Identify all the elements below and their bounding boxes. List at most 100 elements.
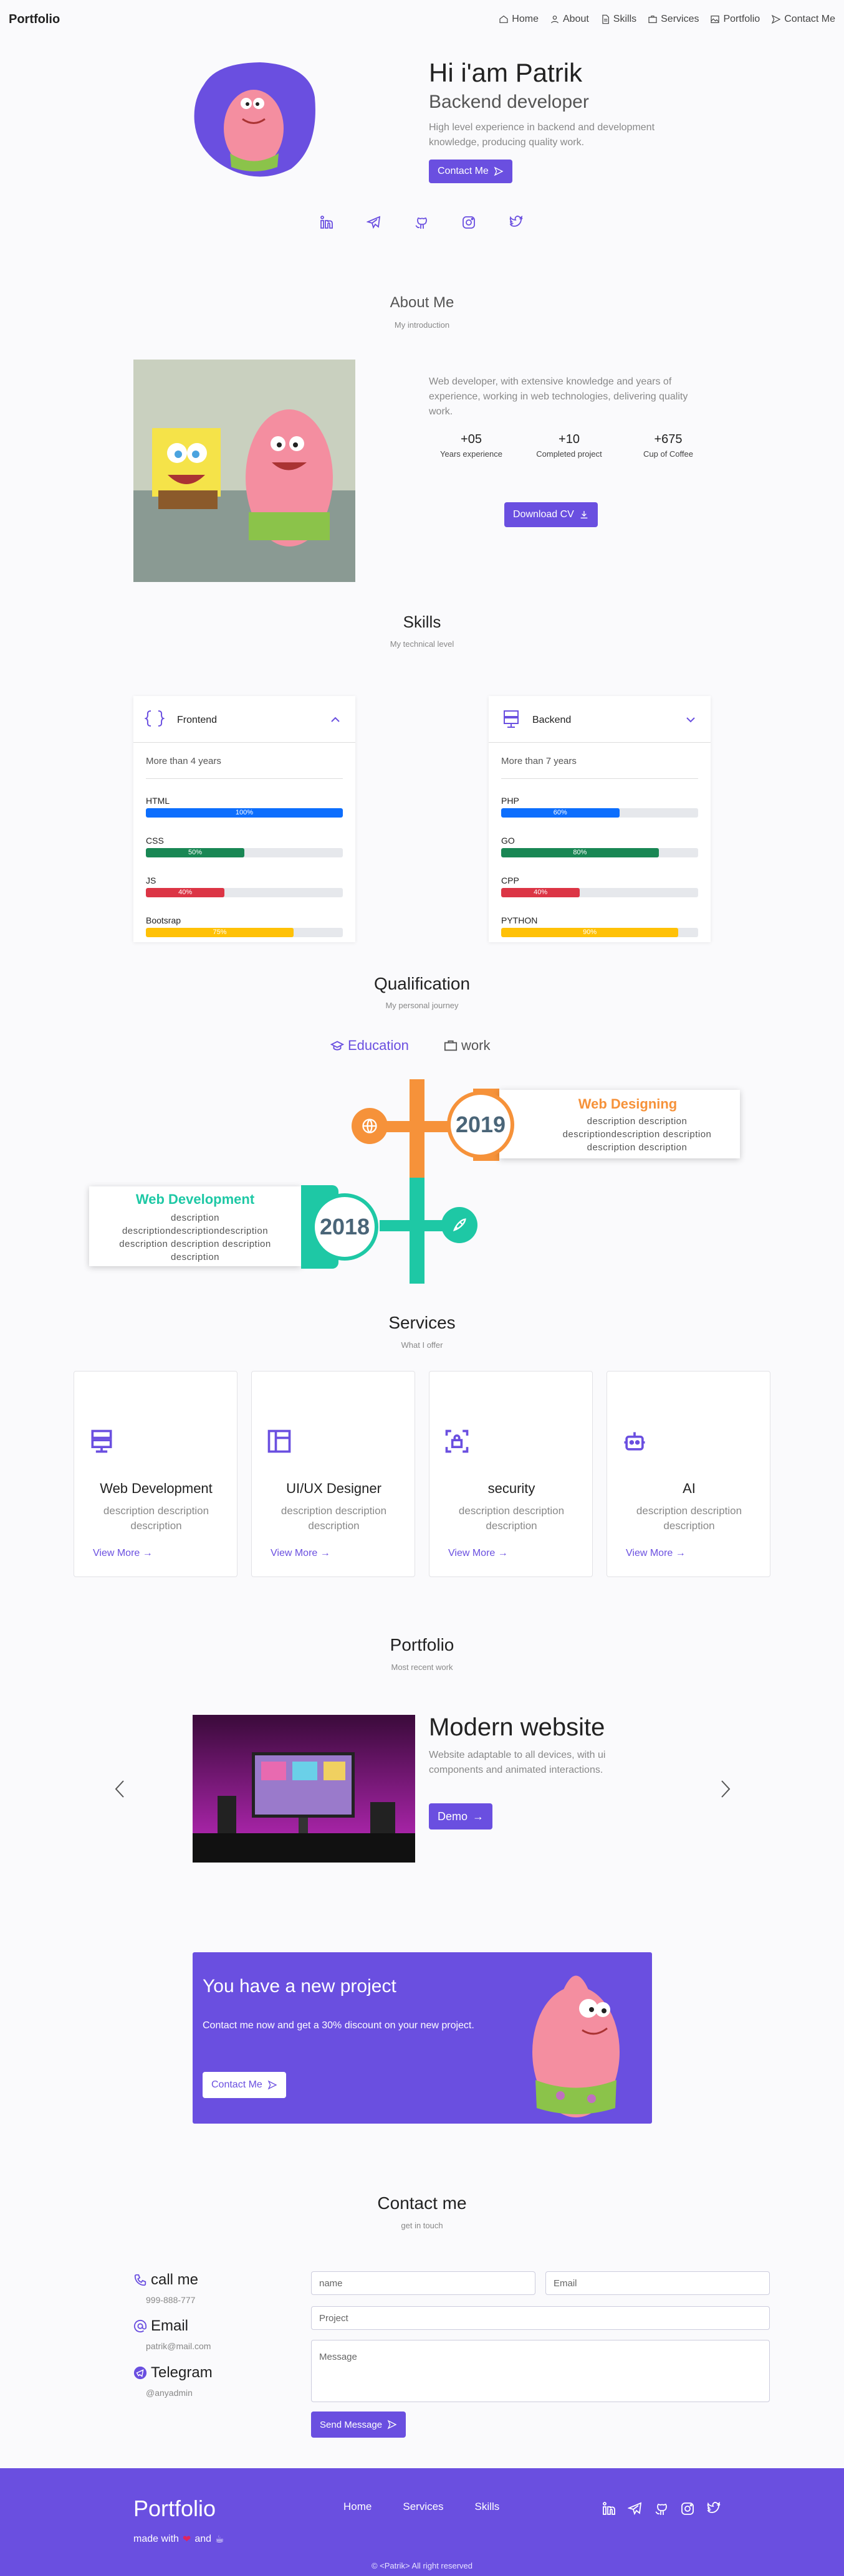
year-2018: 2018: [319, 1214, 370, 1239]
project-input[interactable]: Project: [311, 2306, 770, 2330]
frontend-experience: More than 4 years: [146, 756, 221, 766]
hero-description: High level experience in backend and dev…: [429, 122, 655, 148]
frontend-skill-bar: 40%: [146, 888, 343, 897]
project-contact-button[interactable]: Contact Me: [203, 2072, 286, 2098]
telegram-icon[interactable]: [367, 215, 381, 230]
page: Portfolio Home About Skills Services Por…: [0, 0, 844, 2576]
backend-skill-name: PHP: [501, 796, 519, 806]
skills-backend-card: Backend More than 7 years PHP 60% GO 80% CPP…: [489, 696, 711, 942]
project-banner: You have a new project Contact me now an…: [193, 1952, 652, 2124]
twitter-icon[interactable]: [706, 2501, 721, 2516]
patrick-illustration: [532, 1975, 620, 2117]
patrick-avatar: [194, 62, 315, 177]
portfolio-item-description: Website adaptable to all devices, with u…: [429, 1750, 606, 1775]
frontend-skill-name: CSS: [146, 836, 164, 846]
backend-experience: More than 7 years: [501, 756, 577, 766]
stat-coffee: +675 Cup of Coffee: [643, 432, 693, 459]
chevron-right-icon[interactable]: [718, 1778, 733, 1800]
frontend-skill-bar-fill: 50%: [146, 848, 244, 857]
tab-education[interactable]: Education: [330, 1038, 409, 1054]
file-icon: [602, 14, 609, 24]
footer-link-services[interactable]: Services: [403, 2501, 443, 2513]
backend-skill-name: GO: [501, 836, 515, 846]
image-icon: [711, 16, 720, 23]
frontend-skill-bar: 50%: [146, 848, 343, 857]
chevron-left-icon[interactable]: [112, 1778, 127, 1800]
skills-title: Skills: [403, 613, 441, 631]
download-cv-button[interactable]: Download CV: [504, 502, 598, 527]
download-icon: [580, 511, 588, 518]
heart-icon: ❤: [182, 2534, 191, 2545]
skills-subtitle: My technical level: [390, 639, 454, 649]
demo-button[interactable]: Demo →: [429, 1803, 493, 1829]
hero-title: Hi i'am Patrik: [429, 58, 583, 87]
backend-skill-name: CPP: [501, 875, 519, 885]
footer-link-home[interactable]: Home: [343, 2501, 372, 2513]
telegram-icon[interactable]: [628, 2501, 643, 2516]
send-icon: [494, 166, 504, 176]
linkedin-icon[interactable]: [602, 2501, 616, 2516]
email-input[interactable]: Email: [545, 2271, 770, 2295]
service-card-uiux: UI/UX Designer description description d…: [251, 1371, 415, 1577]
nav-contact[interactable]: Contact Me: [771, 14, 835, 25]
project-title: You have a new project: [203, 1976, 396, 1996]
about-image: [133, 360, 355, 582]
tab-work[interactable]: work: [444, 1038, 490, 1054]
view-more-link[interactable]: View More →: [93, 1548, 153, 1559]
navbar: Portfolio Home About Skills Services Por…: [0, 0, 844, 39]
twitter-icon[interactable]: [509, 215, 524, 230]
hero-social-links: [319, 215, 524, 230]
nav-portfolio[interactable]: Portfolio: [710, 14, 760, 25]
hero-contact-button[interactable]: Contact Me: [429, 160, 512, 183]
view-more-link[interactable]: View More →: [626, 1548, 686, 1559]
timeline-title-2019: Web Designing: [578, 1096, 678, 1112]
chevron-up-icon[interactable]: [329, 713, 342, 726]
view-more-link[interactable]: View More →: [271, 1548, 330, 1559]
timeline-title-2018: Web Development: [135, 1191, 255, 1207]
code-braces-icon: [145, 710, 165, 727]
send-icon: [267, 2080, 277, 2090]
nav-services[interactable]: Services: [648, 14, 699, 25]
linkedin-icon[interactable]: [319, 215, 334, 230]
backend-skill-bar: 80%: [501, 848, 698, 857]
instagram-icon[interactable]: [680, 2501, 695, 2516]
github-icon[interactable]: [414, 215, 429, 230]
footer-link-skills[interactable]: Skills: [475, 2501, 500, 2513]
github-icon[interactable]: [654, 2501, 669, 2516]
footer-links: Home Services Skills: [343, 2501, 499, 2513]
briefcase-icon: [648, 16, 657, 23]
instagram-icon[interactable]: [461, 215, 476, 230]
about-description: Web developer, with extensive knowledge …: [429, 376, 688, 417]
service-card-web: Web Development description description …: [74, 1371, 237, 1577]
name-input[interactable]: name: [311, 2271, 535, 2295]
backend-skill-bar: 90%: [501, 928, 698, 937]
send-message-button[interactable]: Send Message: [311, 2411, 406, 2438]
timeline-desc-2019: description description descriptiondescr…: [562, 1116, 712, 1153]
contact-title: Contact me: [377, 2193, 467, 2213]
message-textarea[interactable]: Message: [311, 2340, 770, 2402]
portfolio-title: Portfolio: [390, 1635, 454, 1654]
nav-home[interactable]: Home: [499, 14, 539, 25]
contact-info-email: Email patrik@mail.com: [133, 2317, 211, 2351]
frontend-skill-name: JS: [146, 875, 156, 885]
brand-logo[interactable]: Portfolio: [9, 12, 60, 27]
services-subtitle: What I offer: [401, 1340, 443, 1350]
footer-tagline: made with ❤ and ☕: [133, 2534, 224, 2545]
service-card-ai: AI description description description V…: [607, 1371, 770, 1577]
hero-subtitle: Backend developer: [429, 92, 589, 112]
backend-skill-bar-fill: 40%: [501, 888, 580, 897]
server-icon: [504, 710, 519, 728]
about-subtitle: My introduction: [394, 320, 450, 330]
robot-icon: [624, 1432, 645, 1451]
contact-info-telegram: Telegram @anyadmin: [133, 2364, 213, 2398]
backend-skill-bar-fill: 80%: [501, 848, 659, 857]
frontend-skill-name: Bootsrap: [146, 915, 181, 925]
nav-skills[interactable]: Skills: [600, 14, 636, 25]
view-more-link[interactable]: View More →: [448, 1548, 508, 1559]
nav-about[interactable]: About: [550, 14, 589, 25]
graduation-cap-icon: [330, 1041, 344, 1051]
footer: Portfolio made with ❤ and ☕ Home Service…: [0, 2468, 844, 2576]
chevron-down-icon[interactable]: [684, 713, 697, 726]
backend-skill-bar-fill: 90%: [501, 928, 679, 937]
frontend-skill-bar: 100%: [146, 808, 343, 818]
